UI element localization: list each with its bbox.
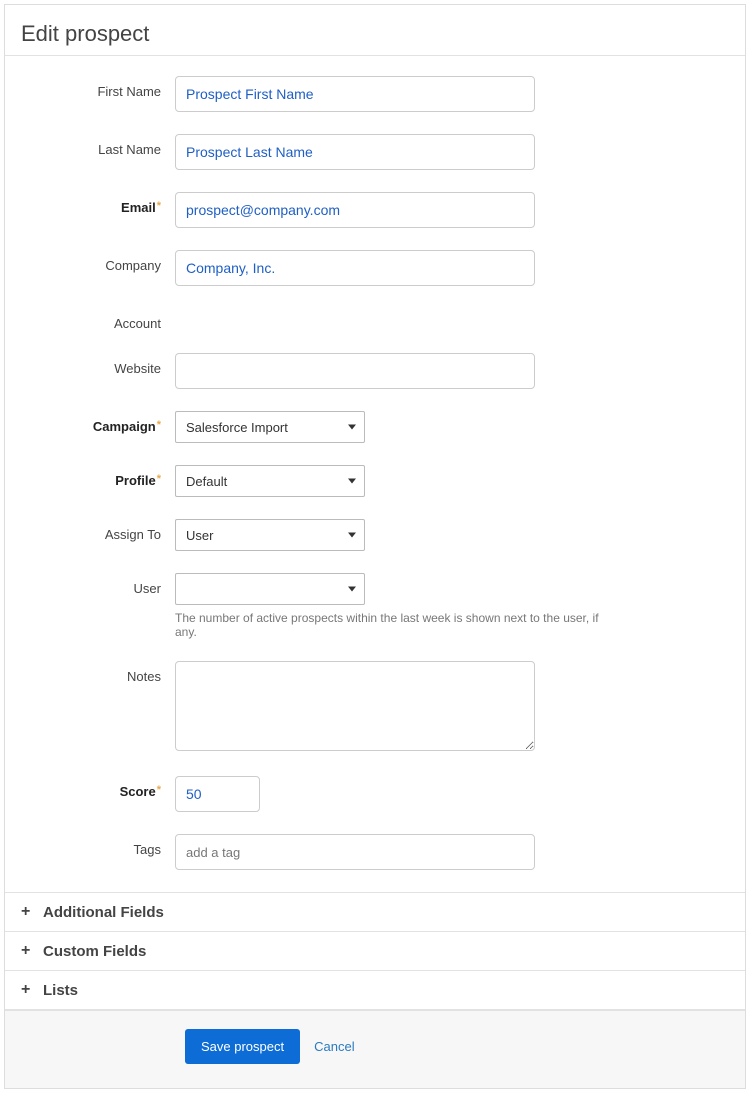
label-first-name: First Name [25,76,175,99]
score-input[interactable] [175,776,260,812]
tags-placeholder: add a tag [186,845,240,860]
label-tags: Tags [25,834,175,857]
label-account: Account [25,308,175,331]
chevron-down-icon [348,533,356,538]
form-footer: Save prospect Cancel [5,1010,745,1088]
label-website: Website [25,353,175,376]
label-user: User [25,573,175,596]
label-company: Company [25,250,175,273]
label-score: Score [25,776,175,799]
accordion-label: Custom Fields [43,943,146,960]
chevron-down-icon [348,425,356,430]
label-campaign: Campaign [25,411,175,434]
profile-select[interactable]: Default [175,465,365,497]
campaign-select-value: Salesforce Import [186,420,288,435]
chevron-down-icon [348,587,356,592]
label-last-name: Last Name [25,134,175,157]
email-input[interactable] [175,192,535,228]
prospect-form: First Name Last Name Email Company Accou [5,56,745,892]
save-prospect-button[interactable]: Save prospect [185,1029,300,1064]
edit-prospect-panel: Edit prospect First Name Last Name Email… [4,4,746,1089]
plus-icon: + [21,903,35,921]
website-input[interactable] [175,353,535,389]
user-help-text: The number of active prospects within th… [175,611,615,639]
notes-textarea[interactable] [175,661,535,751]
page-title: Edit prospect [5,21,745,56]
accordion-label: Lists [43,982,78,999]
accordion-label: Additional Fields [43,904,164,921]
accordion-additional-fields[interactable]: + Additional Fields [5,892,745,931]
accordion-custom-fields[interactable]: + Custom Fields [5,931,745,970]
label-email: Email [25,192,175,215]
chevron-down-icon [348,479,356,484]
company-input[interactable] [175,250,535,286]
assign-to-select-value: User [186,528,213,543]
user-select[interactable] [175,573,365,605]
first-name-input[interactable] [175,76,535,112]
cancel-link[interactable]: Cancel [314,1039,354,1054]
plus-icon: + [21,942,35,960]
tags-input[interactable]: add a tag [175,834,535,870]
profile-select-value: Default [186,474,227,489]
assign-to-select[interactable]: User [175,519,365,551]
campaign-select[interactable]: Salesforce Import [175,411,365,443]
label-assign-to: Assign To [25,519,175,542]
last-name-input[interactable] [175,134,535,170]
accordion-lists[interactable]: + Lists [5,970,745,1010]
label-notes: Notes [25,661,175,684]
plus-icon: + [21,981,35,999]
label-profile: Profile [25,465,175,488]
